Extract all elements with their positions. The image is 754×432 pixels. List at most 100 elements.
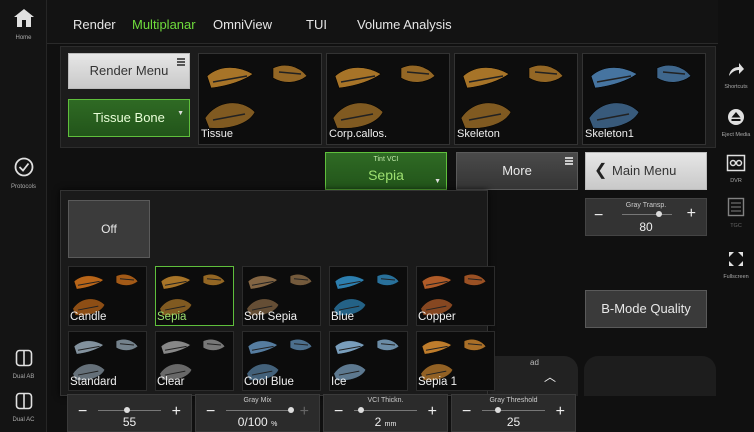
- gray-mix-slider[interactable]: Gray Mix − + 0/100 %: [195, 394, 320, 432]
- render-menu-button[interactable]: Render Menu: [68, 53, 190, 89]
- tint-off-label: Off: [101, 222, 117, 236]
- dual-ac-button[interactable]: Dual AC: [0, 392, 47, 423]
- b-mode-quality-label: B-Mode Quality: [601, 301, 691, 316]
- slider-knob[interactable]: [357, 407, 364, 413]
- slider-knob[interactable]: [495, 407, 502, 413]
- tab-multiplanar[interactable]: Multiplanar: [132, 17, 196, 32]
- tint-option-sepia-1[interactable]: Sepia 1: [416, 331, 495, 391]
- fullscreen-label: Fullscreen: [723, 274, 749, 280]
- menu-icon: [565, 157, 573, 166]
- eject-media-label: Eject Media: [721, 132, 751, 138]
- collapse-panel[interactable]: ︿ ad: [488, 356, 578, 396]
- more-label: More: [502, 163, 532, 178]
- preset-skeleton1[interactable]: Skeleton1: [582, 53, 706, 145]
- bottom-slider-bar: − + 55 Gray Mix − + 0/100 % VCI Thickn. …: [60, 394, 718, 432]
- tint-option-soft-sepia[interactable]: Soft Sepia: [242, 266, 321, 326]
- protocols-label: Protocols: [10, 184, 36, 190]
- partial-label: ad: [530, 358, 539, 367]
- b-mode-quality-button[interactable]: B-Mode Quality: [585, 290, 707, 328]
- tint-option-sepia[interactable]: Sepia: [155, 266, 234, 326]
- gray-transp-knob[interactable]: [656, 211, 662, 217]
- main-menu-label: Main Menu: [612, 163, 677, 178]
- chevron-left-icon: ❮: [594, 162, 608, 179]
- render-menu-label: Render Menu: [89, 63, 169, 78]
- caret-down-icon: ▼: [434, 178, 441, 185]
- tab-tui[interactable]: TUI: [306, 17, 327, 32]
- slider-value: 55: [122, 415, 137, 429]
- fullscreen-icon: [729, 252, 743, 266]
- check-circle-icon: [14, 157, 33, 177]
- dvr-button[interactable]: DVR: [718, 154, 754, 184]
- tint-option-label: Sepia 1: [418, 376, 458, 388]
- dvr-icon: [726, 154, 746, 172]
- preset-skeleton[interactable]: Skeleton: [454, 53, 578, 145]
- gray-transp-track[interactable]: [622, 214, 672, 215]
- preset-label: Skeleton1: [585, 128, 634, 140]
- caret-down-icon: ▼: [177, 110, 184, 117]
- tab-render[interactable]: Render: [73, 17, 116, 32]
- tint-option-label: Candle: [70, 311, 107, 323]
- preset-label: Tissue: [201, 128, 233, 140]
- protocols-button[interactable]: Protocols: [0, 157, 47, 190]
- preset-tissue[interactable]: Tissue: [198, 53, 322, 145]
- tint-vci-dropdown[interactable]: Tint VCI Sepia ▼: [325, 152, 447, 190]
- dual-ab-button[interactable]: Dual AB: [0, 349, 47, 380]
- slider-track[interactable]: [482, 410, 545, 411]
- tint-option-copper[interactable]: Copper: [416, 266, 495, 326]
- tint-option-candle[interactable]: Candle: [68, 266, 147, 326]
- dual-screen-icon: [15, 349, 32, 367]
- slider-value: 0/100 %: [237, 415, 278, 429]
- menu-icon: [177, 58, 185, 67]
- vci-thickness-slider[interactable]: VCI Thickn. − + 2 mm: [323, 394, 448, 432]
- main-menu-button[interactable]: ❮ Main Menu: [585, 152, 707, 190]
- plus-icon[interactable]: +: [687, 205, 696, 223]
- mode-tabs: Render Multiplanar OmniView TUI Volume A…: [47, 0, 718, 44]
- slider-value: 2 mm: [374, 415, 397, 429]
- tint-option-blue[interactable]: Blue: [329, 266, 408, 326]
- slider-1[interactable]: − + 55: [67, 394, 192, 432]
- preset-corp-callos[interactable]: Corp.callos.: [326, 53, 450, 145]
- tint-vci-value: Sepia: [368, 167, 404, 183]
- tint-option-clear[interactable]: Clear: [155, 331, 234, 391]
- chevron-up-icon[interactable]: ︿: [544, 368, 556, 385]
- gray-transp-control[interactable]: − Gray Transp. 80 +: [585, 198, 707, 236]
- gray-threshold-slider[interactable]: Gray Threshold − + 25: [451, 394, 576, 432]
- tint-option-cool-blue[interactable]: Cool Blue: [242, 331, 321, 391]
- eject-icon: [728, 109, 744, 125]
- background-panel: [584, 356, 716, 396]
- shortcuts-label: Shortcuts: [724, 84, 748, 90]
- dual-ab-label: Dual AB: [12, 374, 35, 380]
- tint-option-label: Clear: [157, 376, 185, 388]
- slider-knob[interactable]: [288, 407, 294, 413]
- home-button[interactable]: Home: [0, 8, 47, 41]
- home-icon: [13, 9, 34, 27]
- slider-value: 25: [506, 415, 521, 429]
- tgc-icon: [727, 197, 745, 217]
- tint-popup: Off Candle Sepia Soft Sepia Blue Copper Stand…: [60, 190, 495, 396]
- tint-option-label: Sepia: [157, 311, 187, 323]
- dvr-label: DVR: [730, 178, 742, 184]
- right-rail: Shortcuts Eject Media DVR TGC Fullscreen: [718, 0, 754, 432]
- tint-option-standard[interactable]: Standard: [68, 331, 147, 391]
- tissue-bone-dropdown[interactable]: Tissue Bone ▼: [68, 99, 190, 137]
- slider-knob[interactable]: [124, 407, 131, 413]
- eject-media-button[interactable]: Eject Media: [718, 108, 754, 138]
- tint-vci-title: Tint VCI: [373, 156, 399, 163]
- fullscreen-button[interactable]: Fullscreen: [718, 250, 754, 280]
- shortcuts-button[interactable]: Shortcuts: [718, 62, 754, 90]
- tint-option-label: Blue: [331, 311, 355, 323]
- tgc-button[interactable]: TGC: [718, 197, 754, 229]
- tab-volume-analysis[interactable]: Volume Analysis: [357, 17, 452, 32]
- tab-omniview[interactable]: OmniView: [213, 17, 272, 32]
- slider-track[interactable]: [226, 410, 289, 411]
- tint-option-label: Soft Sepia: [244, 311, 298, 323]
- more-button[interactable]: More: [456, 152, 578, 190]
- tint-option-label: Standard: [70, 376, 117, 388]
- tint-off-button[interactable]: Off: [68, 200, 150, 258]
- tint-option-ice[interactable]: Ice: [329, 331, 408, 391]
- dual-ac-label: Dual AC: [12, 417, 35, 423]
- preset-label: Skeleton: [457, 128, 500, 140]
- tint-option-label: Copper: [418, 311, 456, 323]
- tissue-bone-label: Tissue Bone: [93, 110, 165, 125]
- left-rail: Home Protocols Dual AB Dual AC: [0, 0, 47, 432]
